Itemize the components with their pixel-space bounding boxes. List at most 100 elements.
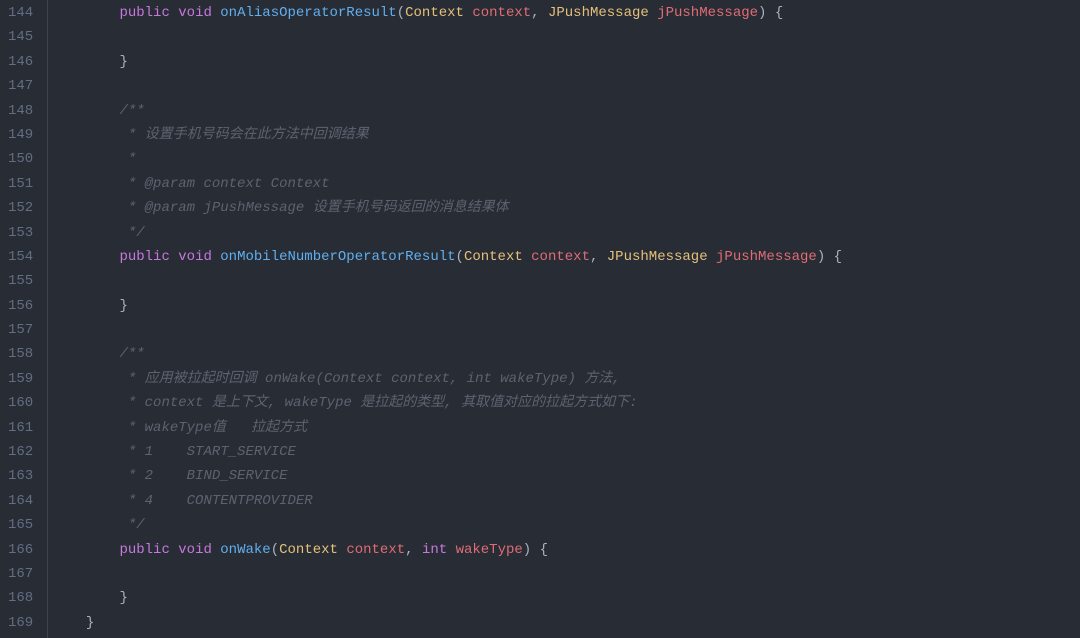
line-number: 147 bbox=[8, 74, 33, 98]
line-number: 166 bbox=[8, 538, 33, 562]
token-comment: * 2 BIND_SERVICE bbox=[119, 468, 287, 484]
token-param: context bbox=[472, 5, 531, 21]
token-brace: } bbox=[119, 298, 127, 314]
token-brace: ( bbox=[456, 249, 464, 265]
code-area[interactable]: public void onAliasOperatorResult(Contex… bbox=[48, 0, 1080, 638]
line-number: 145 bbox=[8, 25, 33, 49]
token-param: context bbox=[531, 249, 590, 265]
token-brace: } bbox=[119, 54, 127, 70]
token-k-int: int bbox=[422, 542, 447, 558]
code-editor: 144145146147148149150151152153154155156 1… bbox=[0, 0, 1080, 638]
code-line[interactable]: * bbox=[52, 147, 1080, 171]
line-number: 159 bbox=[8, 367, 33, 391]
line-number: 167 bbox=[8, 562, 33, 586]
line-number: 146 bbox=[8, 50, 33, 74]
line-number: 148 bbox=[8, 99, 33, 123]
line-number-gutter: 144145146147148149150151152153154155156 1… bbox=[0, 0, 48, 638]
code-line[interactable]: * 2 BIND_SERVICE bbox=[52, 464, 1080, 488]
code-line[interactable]: /** bbox=[52, 342, 1080, 366]
code-line[interactable]: public void onWake(Context context, int … bbox=[52, 538, 1080, 562]
line-number: 149 bbox=[8, 123, 33, 147]
token-comment: /** bbox=[119, 103, 144, 119]
token-comment: * wakeType值 拉起方式 bbox=[119, 420, 307, 436]
token-brace: ) { bbox=[817, 249, 842, 265]
code-line[interactable] bbox=[52, 318, 1080, 342]
token-fn: onAliasOperatorResult bbox=[220, 5, 396, 21]
code-line[interactable]: * @param context Context bbox=[52, 172, 1080, 196]
token-fn: onMobileNumberOperatorResult bbox=[220, 249, 455, 265]
token-comment: * 应用被拉起时回调 onWake(Context context, int w… bbox=[119, 371, 620, 387]
code-line[interactable]: } bbox=[52, 611, 1080, 635]
token-k-pub: public bbox=[119, 5, 169, 21]
token-type: JPushMessage bbox=[548, 5, 649, 21]
token-type: Context bbox=[405, 5, 464, 21]
token-brace: , bbox=[590, 249, 607, 265]
line-number: 152 bbox=[8, 196, 33, 220]
token-comment: * @param context Context bbox=[119, 176, 329, 192]
token-brace: , bbox=[531, 5, 548, 21]
code-line[interactable]: } bbox=[52, 586, 1080, 610]
token-fn: onWake bbox=[220, 542, 270, 558]
token-k-pub: public bbox=[119, 249, 169, 265]
code-line[interactable]: * 设置手机号码会在此方法中回调结果 bbox=[52, 123, 1080, 147]
token-brace: } bbox=[119, 590, 127, 606]
token-comment: * 设置手机号码会在此方法中回调结果 bbox=[119, 127, 368, 143]
token-brace: ( bbox=[271, 542, 279, 558]
token-k-pub: public bbox=[119, 542, 169, 558]
token-brace: ( bbox=[397, 5, 405, 21]
line-number: 154 bbox=[8, 245, 33, 269]
code-line[interactable]: * 1 START_SERVICE bbox=[52, 440, 1080, 464]
token-brace: , bbox=[405, 542, 422, 558]
code-line[interactable]: */ bbox=[52, 513, 1080, 537]
code-line[interactable]: * 4 CONTENTPROVIDER bbox=[52, 489, 1080, 513]
line-number: 158 bbox=[8, 342, 33, 366]
token-comment: /** bbox=[119, 346, 144, 362]
line-number: 168 bbox=[8, 586, 33, 610]
line-number: 161 bbox=[8, 416, 33, 440]
token-param: context bbox=[346, 542, 405, 558]
line-number: 155 bbox=[8, 269, 33, 293]
line-number: 153 bbox=[8, 221, 33, 245]
token-comment: * bbox=[119, 151, 136, 167]
code-line[interactable]: * 应用被拉起时回调 onWake(Context context, int w… bbox=[52, 367, 1080, 391]
code-line[interactable]: */ bbox=[52, 221, 1080, 245]
code-line[interactable] bbox=[52, 562, 1080, 586]
code-line[interactable]: public void onMobileNumberOperatorResult… bbox=[52, 245, 1080, 269]
token-k-void: void bbox=[178, 249, 212, 265]
token-comment: * context 是上下文, wakeType 是拉起的类型, 其取值对应的拉… bbox=[119, 395, 637, 411]
code-line[interactable] bbox=[52, 25, 1080, 49]
token-k-void: void bbox=[178, 5, 212, 21]
token-param: wakeType bbox=[456, 542, 523, 558]
token-comment: */ bbox=[119, 517, 144, 533]
token-comment: * 1 START_SERVICE bbox=[119, 444, 295, 460]
code-line[interactable]: } bbox=[52, 294, 1080, 318]
line-number: 160 bbox=[8, 391, 33, 415]
token-type: Context bbox=[464, 249, 523, 265]
token-param: jPushMessage bbox=[657, 5, 758, 21]
code-line[interactable]: public void onAliasOperatorResult(Contex… bbox=[52, 1, 1080, 25]
line-number: 144 bbox=[8, 1, 33, 25]
line-number: 150 bbox=[8, 147, 33, 171]
token-brace: ) { bbox=[523, 542, 548, 558]
code-line[interactable]: * @param jPushMessage 设置手机号码返回的消息结果体 bbox=[52, 196, 1080, 220]
code-line[interactable]: } bbox=[52, 50, 1080, 74]
code-line[interactable] bbox=[52, 269, 1080, 293]
line-number: 151 bbox=[8, 172, 33, 196]
line-number: 169 bbox=[8, 611, 33, 635]
token-k-void: void bbox=[178, 542, 212, 558]
code-line[interactable]: * wakeType值 拉起方式 bbox=[52, 416, 1080, 440]
token-brace: } bbox=[86, 615, 94, 631]
token-type: Context bbox=[279, 542, 338, 558]
line-number: 156 bbox=[8, 294, 33, 318]
code-line[interactable] bbox=[52, 74, 1080, 98]
line-number: 163 bbox=[8, 464, 33, 488]
token-param: jPushMessage bbox=[716, 249, 817, 265]
code-line[interactable]: /** bbox=[52, 99, 1080, 123]
token-comment: * 4 CONTENTPROVIDER bbox=[119, 493, 312, 509]
line-number: 162 bbox=[8, 440, 33, 464]
line-number: 165 bbox=[8, 513, 33, 537]
line-number: 164 bbox=[8, 489, 33, 513]
token-comment: * @param jPushMessage 设置手机号码返回的消息结果体 bbox=[119, 200, 508, 216]
token-comment: */ bbox=[119, 225, 144, 241]
code-line[interactable]: * context 是上下文, wakeType 是拉起的类型, 其取值对应的拉… bbox=[52, 391, 1080, 415]
